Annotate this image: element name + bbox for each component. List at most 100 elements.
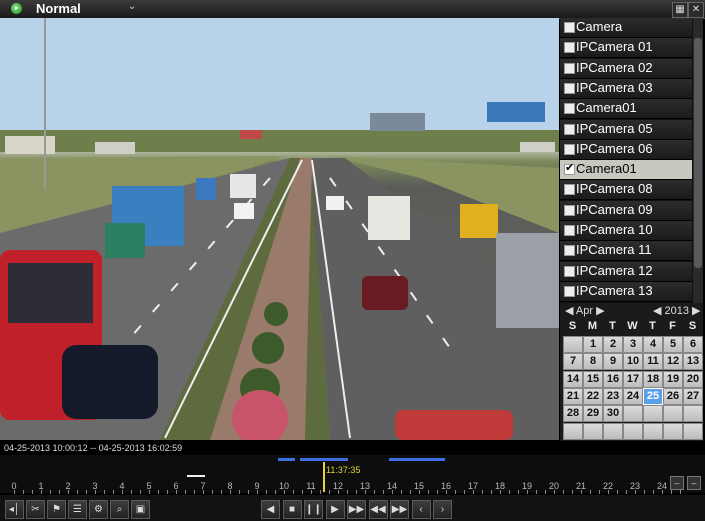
calendar-day[interactable]: [583, 422, 603, 440]
calendar-day[interactable]: 19: [663, 370, 683, 388]
clip-icon[interactable]: ✂: [26, 500, 45, 519]
fast-icon[interactable]: ▶▶: [347, 500, 366, 519]
calendar-weekday: T: [649, 320, 656, 332]
camera-list-item[interactable]: IPCamera 08: [560, 180, 692, 201]
calendar-day[interactable]: 18: [643, 370, 663, 388]
zoom-icon[interactable]: ⌕: [110, 500, 129, 519]
calendar-day[interactable]: [603, 422, 623, 440]
calendar-day[interactable]: 27: [683, 387, 703, 405]
settings-icon[interactable]: ⚙: [89, 500, 108, 519]
caret-down-icon[interactable]: ⌄: [128, 1, 136, 12]
calendar-day[interactable]: [563, 422, 583, 440]
camera-checkbox[interactable]: [564, 225, 575, 236]
calendar-day[interactable]: [683, 405, 703, 423]
calendar-day[interactable]: [663, 405, 683, 423]
camera-list-item[interactable]: IPCamera 10: [560, 221, 692, 241]
calendar-day[interactable]: 26: [663, 387, 683, 405]
forward-30s-icon[interactable]: ▶▶: [390, 500, 409, 519]
slow-icon[interactable]: ▶: [325, 500, 345, 519]
calendar-day[interactable]: 25: [643, 387, 663, 405]
calendar-day[interactable]: 9: [603, 353, 623, 371]
calendar-day[interactable]: 11: [643, 353, 663, 371]
reverse-icon[interactable]: ◀: [261, 500, 280, 519]
picture-icon[interactable]: ▣: [131, 500, 150, 519]
calendar-day[interactable]: 30: [603, 405, 623, 423]
fullscreen-icon[interactable]: ▦: [672, 2, 688, 18]
calendar-day[interactable]: [623, 422, 643, 440]
calendar-day[interactable]: 10: [623, 353, 643, 371]
calendar-day[interactable]: 24: [623, 387, 643, 405]
camera-checkbox[interactable]: [564, 184, 575, 196]
calendar-day[interactable]: 8: [583, 353, 603, 371]
calendar-day[interactable]: 4: [643, 336, 663, 353]
calendar-day[interactable]: [643, 422, 663, 440]
calendar-day[interactable]: 12: [663, 353, 683, 371]
camera-checkbox[interactable]: [564, 123, 575, 135]
calendar-day[interactable]: [563, 336, 583, 353]
calendar-day[interactable]: 28: [563, 405, 583, 423]
zoom-in-icon[interactable]: –: [687, 476, 701, 490]
camera-checkbox[interactable]: ✔: [564, 162, 575, 176]
calendar-day[interactable]: 7: [563, 353, 583, 371]
calendar-day[interactable]: 15: [583, 370, 603, 388]
camera-list-item[interactable]: IPCamera 13: [560, 281, 692, 302]
camera-checkbox[interactable]: [564, 42, 575, 54]
camera-checkbox[interactable]: [564, 62, 575, 74]
calendar-day[interactable]: 6: [683, 336, 703, 353]
video-playback-area[interactable]: [0, 18, 559, 440]
camera-checkbox[interactable]: [564, 103, 575, 115]
camera-checkbox[interactable]: [564, 245, 575, 257]
custom-tag-icon[interactable]: ☰: [68, 500, 87, 519]
camera-checkbox[interactable]: [564, 143, 575, 155]
calendar-day[interactable]: 23: [603, 387, 623, 405]
calendar-day[interactable]: [623, 405, 643, 423]
timeline-cursor[interactable]: [323, 462, 325, 492]
tag-icon[interactable]: ⚑: [47, 500, 66, 519]
calendar-year[interactable]: ◀ 2013 ▶: [653, 304, 701, 317]
pause-icon[interactable]: ❙❙: [304, 500, 323, 519]
camera-list-item[interactable]: Camera: [560, 18, 692, 38]
calendar-day[interactable]: 13: [683, 353, 703, 371]
camera-list-item[interactable]: IPCamera 11: [560, 241, 692, 262]
camera-list-item[interactable]: ✔ Camera01: [560, 160, 692, 181]
zoom-out-icon[interactable]: –: [670, 476, 684, 490]
calendar-day[interactable]: 14: [563, 370, 583, 388]
calendar-day[interactable]: [663, 422, 683, 440]
camera-checkbox[interactable]: [564, 22, 575, 33]
camera-list-item[interactable]: IPCamera 06: [560, 139, 692, 160]
calendar-day[interactable]: 17: [623, 370, 643, 388]
calendar-day[interactable]: 29: [583, 405, 603, 423]
calendar-day[interactable]: 1: [583, 336, 603, 353]
calendar-day[interactable]: [683, 422, 703, 440]
camera-list-item[interactable]: IPCamera 03: [560, 78, 692, 99]
calendar-day[interactable]: 16: [603, 370, 623, 388]
camera-list-item[interactable]: IPCamera 12: [560, 261, 692, 282]
calendar-day[interactable]: 3: [623, 336, 643, 353]
cursor-time-label: 11:37:35: [326, 465, 361, 475]
camera-checkbox[interactable]: [564, 82, 575, 94]
calendar-day[interactable]: 5: [663, 336, 683, 353]
calendar-day[interactable]: [643, 405, 663, 423]
calendar-day[interactable]: 20: [683, 370, 703, 388]
next-day-icon[interactable]: ›: [433, 500, 452, 519]
calendar-day[interactable]: 22: [583, 387, 603, 405]
calendar-day[interactable]: 2: [603, 336, 623, 353]
prev-day-icon[interactable]: ‹: [411, 500, 431, 519]
camera-list-item[interactable]: IPCamera 02: [560, 58, 692, 79]
close-icon[interactable]: ✕: [688, 2, 704, 18]
calendar-day[interactable]: 21: [563, 387, 583, 405]
camera-checkbox[interactable]: [564, 285, 575, 297]
camera-list-item[interactable]: IPCamera 01: [560, 38, 692, 59]
camera-list-item[interactable]: IPCamera 05: [560, 119, 692, 140]
volume-icon[interactable]: ◂│: [5, 500, 24, 519]
timeline-tick: [671, 490, 672, 494]
scrollbar-thumb[interactable]: [694, 38, 702, 268]
camera-list-item[interactable]: Camera01: [560, 99, 692, 120]
calendar-month[interactable]: ◀ Apr ▶: [565, 304, 605, 317]
mode-select[interactable]: Normal: [36, 1, 81, 16]
camera-list-item[interactable]: IPCamera 09: [560, 200, 692, 221]
camera-checkbox[interactable]: [564, 265, 575, 277]
camera-checkbox[interactable]: [564, 204, 575, 216]
rewind-30s-icon[interactable]: ◀◀: [368, 500, 388, 519]
stop-icon[interactable]: ■: [282, 500, 302, 519]
